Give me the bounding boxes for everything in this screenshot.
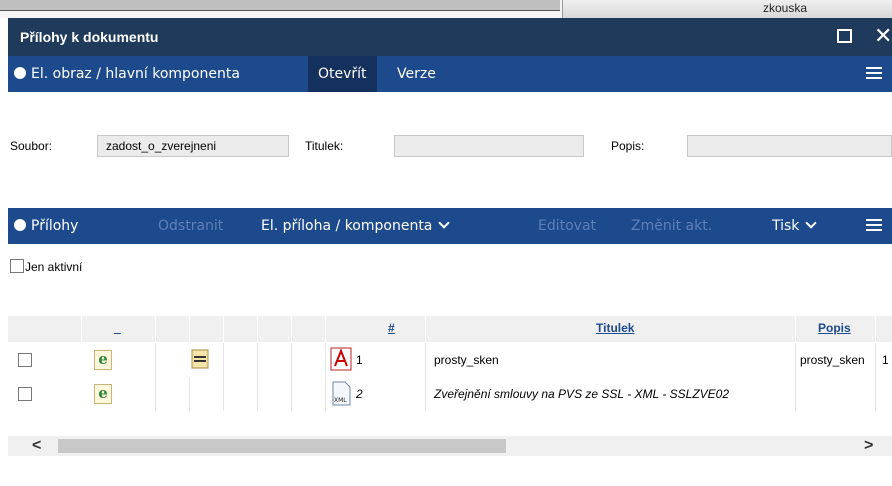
remove-button[interactable]: Odstranit (158, 208, 223, 244)
scroll-left-icon[interactable]: < (32, 436, 41, 456)
cell: prosty_sken (796, 343, 876, 377)
xml-file-icon[interactable]: XML (330, 381, 352, 407)
header-col (258, 316, 292, 342)
edit-button[interactable]: Editovat (538, 208, 596, 244)
header-col (190, 316, 224, 342)
header-col (292, 316, 326, 342)
row-number: 2 (356, 387, 363, 401)
description-label: Popis: (611, 139, 645, 153)
description-field[interactable] (687, 135, 892, 157)
cell (156, 343, 224, 377)
text-file-icon[interactable] (191, 349, 209, 369)
background-label: zkouska (763, 1, 808, 15)
cell (292, 343, 326, 377)
change-active-button[interactable]: Změnit akt. (631, 208, 712, 244)
attachments-toolbar: Přílohy Odstranit El. příloha / komponen… (8, 208, 892, 244)
main-component-toolbar: El. obraz / hlavní komponenta Otevřít Ve… (8, 56, 892, 92)
title-field[interactable] (394, 135, 584, 157)
cell (224, 377, 258, 411)
table-row[interactable]: e 1 prosty_sken prosty_sken 1 (8, 343, 892, 377)
main-component-title: El. obraz / hlavní komponenta (31, 66, 240, 82)
cell (292, 377, 326, 411)
chevron-down-icon (805, 217, 818, 229)
versions-button[interactable]: Verze (397, 56, 436, 92)
header-link-title[interactable]: Titulek (596, 321, 634, 335)
square-icon[interactable] (837, 29, 852, 43)
cell: XML 2 (326, 377, 426, 411)
dot-icon (14, 67, 26, 79)
close-icon[interactable]: ✕ (874, 23, 892, 49)
header-col-1[interactable]: _ (82, 316, 156, 342)
print-menu[interactable]: Tisk (772, 208, 818, 244)
print-label: Tisk (772, 218, 800, 234)
row-extra: 1 (882, 353, 889, 367)
cell (796, 377, 876, 411)
cell: Zveřejnění smlouvy na PVS ze SSL - XML -… (426, 377, 796, 411)
header-col-number[interactable]: # (326, 316, 426, 342)
horizontal-scrollbar[interactable]: < > (8, 436, 892, 456)
only-active-label: Jen aktivní (25, 260, 83, 274)
pdf-icon[interactable] (330, 347, 352, 371)
header-col (156, 316, 190, 342)
chevron-down-icon (438, 217, 451, 229)
header-link-number[interactable]: # (388, 321, 395, 335)
header-col (224, 316, 258, 342)
menu-icon[interactable] (866, 219, 882, 233)
attachments-heading: Přílohy (14, 208, 78, 244)
cell (156, 377, 190, 411)
cell: e (82, 377, 156, 411)
cell (190, 377, 224, 411)
file-label: Soubor: (10, 139, 53, 153)
cell: e (82, 343, 156, 377)
header-link-description[interactable]: Popis (818, 321, 851, 335)
row-description: prosty_sken (800, 353, 865, 367)
cell: 1 (326, 343, 426, 377)
header-col-description[interactable]: Popis (796, 316, 876, 342)
cell (258, 343, 292, 377)
header-col-title[interactable]: Titulek (426, 316, 796, 342)
row-checkbox[interactable] (18, 387, 32, 401)
scrollbar-thumb[interactable] (58, 439, 506, 453)
cell: prosty_sken (426, 343, 796, 377)
svg-text:XML: XML (334, 397, 347, 404)
main-component-heading: El. obraz / hlavní komponenta (14, 56, 240, 92)
row-number: 1 (356, 353, 363, 367)
table-row[interactable]: e XML 2 Zveřejnění smlouvy na PVS ze SSL… (8, 377, 892, 411)
row-checkbox[interactable] (18, 353, 32, 367)
open-button[interactable]: Otevřít (308, 56, 377, 92)
row-title: Zveřejnění smlouvy na PVS ze SSL - XML -… (434, 387, 730, 401)
dot-icon (14, 219, 26, 231)
menu-icon[interactable] (866, 67, 882, 81)
scroll-right-icon[interactable]: > (864, 436, 873, 456)
only-active-checkbox[interactable] (10, 259, 24, 273)
cell (224, 343, 258, 377)
background-toolbar (0, 0, 560, 11)
dialog-titlebar[interactable]: Přílohy k dokumentu ✕ (8, 18, 892, 56)
attachment-component-label: El. příloha / komponenta (261, 218, 433, 234)
table-header: _ # Titulek Popis (8, 316, 892, 342)
header-checkbox-col (8, 316, 82, 342)
header-link-col1[interactable]: _ (114, 321, 121, 335)
attachments-dialog: Přílohy k dokumentu ✕ El. obraz / hlavní… (8, 18, 892, 486)
title-label: Titulek: (305, 139, 344, 153)
cell (258, 377, 292, 411)
background-panel: zkouska (562, 0, 892, 18)
attachments-title: Přílohy (31, 218, 79, 234)
file-field[interactable]: zadost_o_zverejneni (97, 135, 289, 157)
attachment-component-menu[interactable]: El. příloha / komponenta (261, 208, 451, 244)
row-title: prosty_sken (434, 353, 499, 367)
edge-document-icon[interactable]: e (94, 384, 112, 404)
edge-document-icon[interactable]: e (94, 350, 112, 370)
dialog-title: Přílohy k dokumentu (20, 29, 159, 45)
